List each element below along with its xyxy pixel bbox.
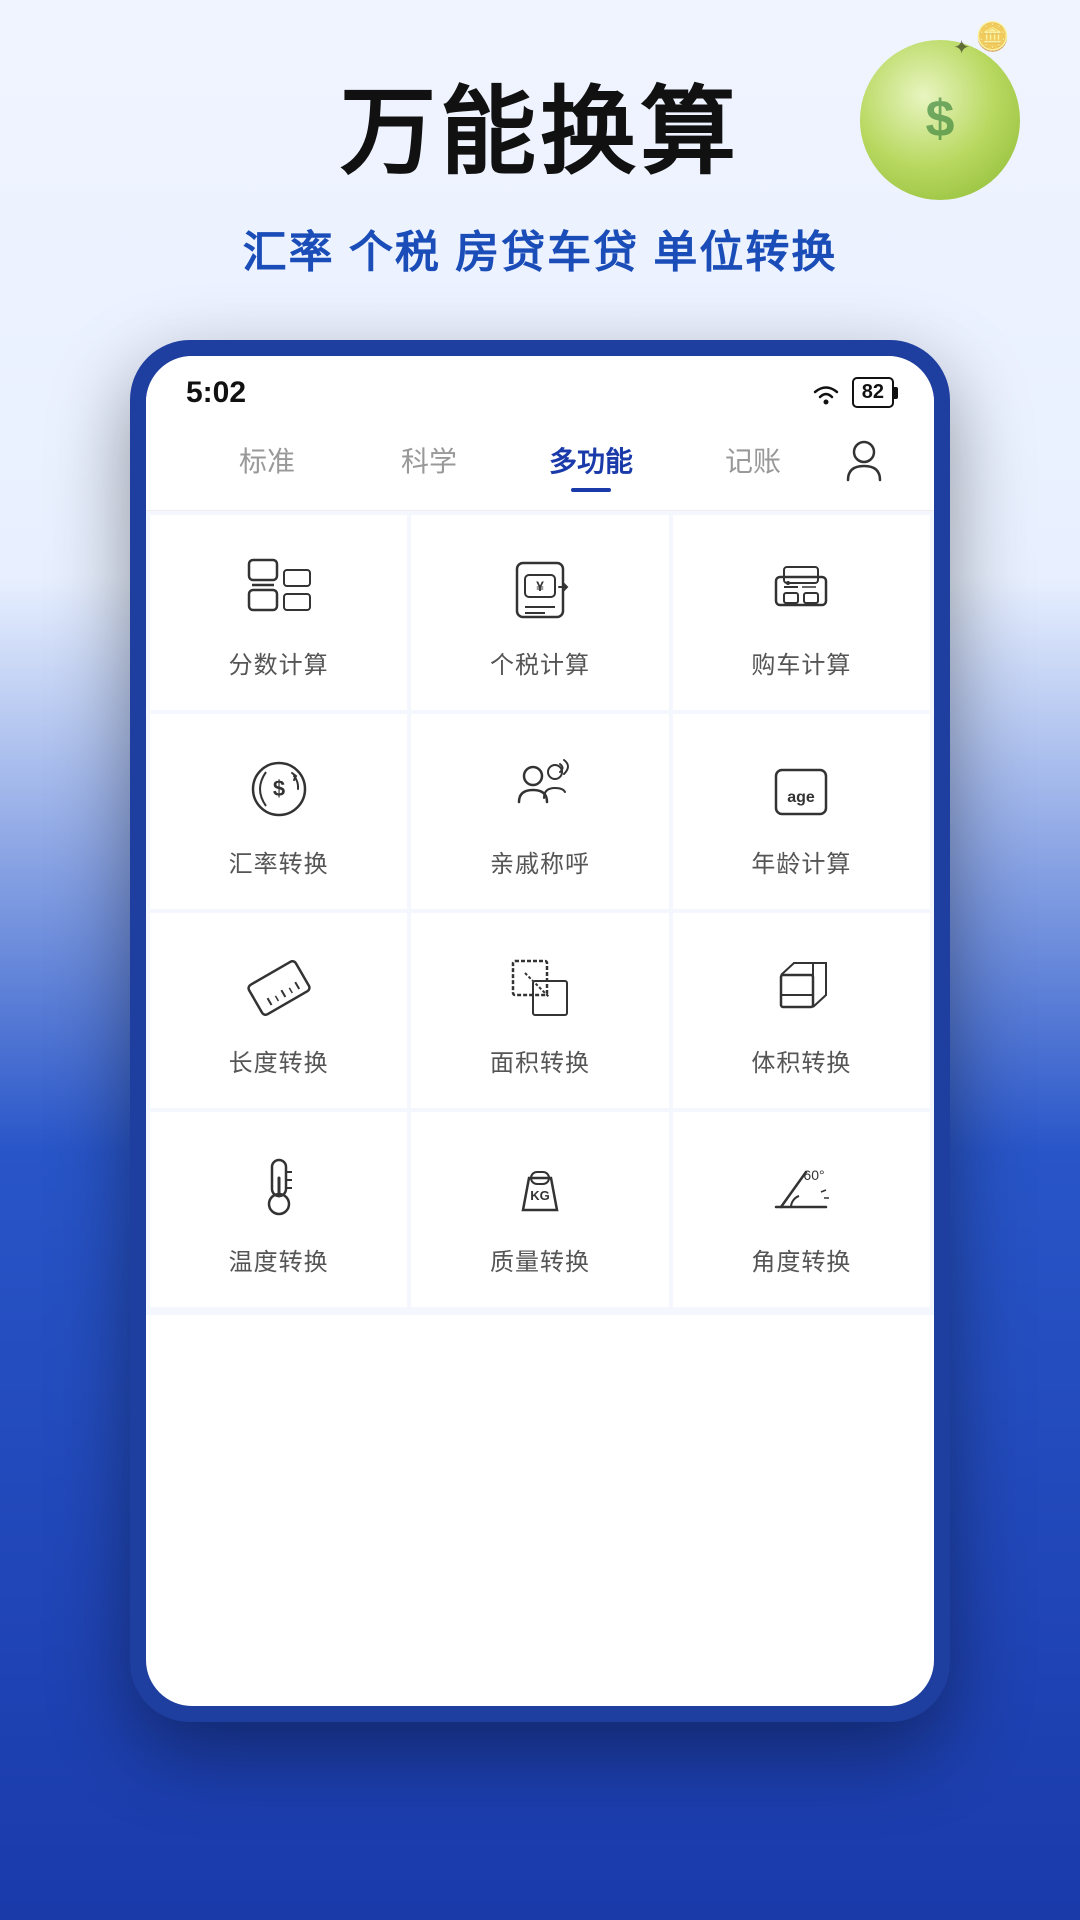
cell-car-label: 购车计算 [751,645,851,680]
hero-subtitle: 汇率 个税 房贷车贷 单位转换 [60,216,1020,280]
tax-icon: ¥ [505,555,575,625]
person-icon [844,438,884,482]
grid-row-1: 分数计算 ¥ 个税计算 [150,515,930,710]
svg-text:$: $ [273,776,285,801]
phone-container: 5:02 82 标准 科学 多功能 [0,340,1080,1722]
cell-tax[interactable]: ¥ 个税计算 [411,515,668,710]
fraction-icon [244,555,314,625]
nav-tabs: 标准 科学 多功能 记账 [146,420,934,511]
cell-temperature[interactable]: 温度转换 [150,1112,407,1307]
tab-standard[interactable]: 标准 [186,430,348,490]
angle-icon: 60° [766,1152,836,1222]
cell-exchange[interactable]: $ 汇率转换 [150,714,407,909]
status-time: 5:02 [186,376,246,410]
area-icon [505,953,575,1023]
status-icons: 82 [810,377,894,408]
phone-outer: 5:02 82 标准 科学 多功能 [130,340,950,1722]
weight-icon: KG [505,1152,575,1222]
tab-multifunction[interactable]: 多功能 [510,430,672,490]
cell-fraction[interactable]: 分数计算 [150,515,407,710]
cell-relatives[interactable]: 亲戚称呼 [411,714,668,909]
svg-text:KG: KG [530,1188,550,1203]
hero-section: $ 🪙 ✦ 万能换算 汇率 个税 房贷车贷 单位转换 [0,0,1080,320]
piggy-decoration: $ 🪙 ✦ [840,20,1040,220]
cell-weight-label: 质量转换 [490,1242,590,1277]
cell-weight[interactable]: KG 质量转换 [411,1112,668,1307]
cell-length[interactable]: 长度转换 [150,913,407,1108]
cell-car[interactable]: 购车计算 [673,515,930,710]
cell-fraction-label: 分数计算 [229,645,329,680]
cell-angle-label: 角度转换 [751,1242,851,1277]
svg-text:¥: ¥ [536,578,544,594]
cell-age-label: 年龄计算 [751,844,851,879]
battery-indicator: 82 [852,377,894,408]
cell-exchange-label: 汇率转换 [229,844,329,879]
cell-tax-label: 个税计算 [490,645,590,680]
svg-text:$: $ [926,90,955,148]
cell-length-label: 长度转换 [229,1043,329,1078]
car-icon [766,555,836,625]
wifi-icon [810,380,842,406]
tab-science[interactable]: 科学 [348,430,510,490]
dot-decoration-left: // Rendered via JS below [0,380,80,780]
volume-icon [766,953,836,1023]
cell-area[interactable]: 面积转换 [411,913,668,1108]
relatives-icon [505,754,575,824]
phone-inner: 5:02 82 标准 科学 多功能 [146,356,934,1706]
grid-content: 分数计算 ¥ 个税计算 [146,511,934,1315]
status-bar: 5:02 82 [146,356,934,420]
grid-row-2: $ 汇率转换 [150,714,930,909]
cell-age[interactable]: age 年龄计算 [673,714,930,909]
grid-row-3: 长度转换 面积转换 [150,913,930,1108]
svg-text:60°: 60° [804,1167,825,1183]
profile-button[interactable] [834,430,894,490]
length-icon [244,953,314,1023]
cell-relatives-label: 亲戚称呼 [490,844,590,879]
tab-accounting[interactable]: 记账 [672,430,834,490]
svg-text:age: age [788,789,816,806]
cell-volume[interactable]: 体积转换 [673,913,930,1108]
grid-row-4: 温度转换 KG 质量转换 [150,1112,930,1307]
temperature-icon [244,1152,314,1222]
cell-angle[interactable]: 60° 角度转换 [673,1112,930,1307]
age-icon: age [766,754,836,824]
cell-volume-label: 体积转换 [751,1043,851,1078]
cell-temperature-label: 温度转换 [229,1242,329,1277]
exchange-icon: $ [244,754,314,824]
cell-area-label: 面积转换 [490,1043,590,1078]
